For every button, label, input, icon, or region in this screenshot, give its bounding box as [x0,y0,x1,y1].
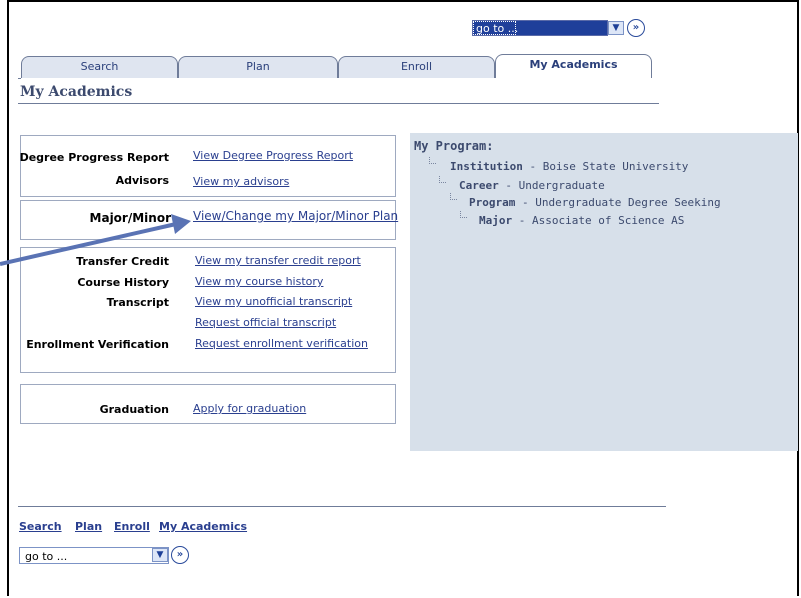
link-unofficial-transcript[interactable]: View my unofficial transcript [195,295,352,308]
tree-value: Boise State University [542,160,689,173]
bottom-divider [18,506,666,507]
link-enrollment-verification[interactable]: Request enrollment verification [195,337,368,350]
goto-select-top[interactable]: go to ... [472,20,608,36]
tree-connector [439,176,446,183]
tab-enroll[interactable]: Enroll [338,56,495,78]
link-major-minor[interactable]: View/Change my Major/Minor Plan [193,209,398,223]
label-transfer-credit: Transfer Credit [76,255,169,268]
tree-value: Associate of Science AS [532,214,685,227]
tree-value: Undergraduate Degree Seeking [535,196,721,209]
title-divider [18,103,659,104]
go-button-icon[interactable]: » [627,19,645,37]
tab-baseline [18,78,21,79]
tab-my-academics[interactable]: My Academics [495,54,652,78]
label-graduation: Graduation [99,403,169,416]
go-button-icon[interactable]: » [171,546,189,564]
label-advisors: Advisors [115,174,169,187]
label-transcript: Transcript [106,296,169,309]
bottom-link-search[interactable]: Search [19,520,62,533]
tree-key: Major [479,214,513,227]
chevron-down-icon[interactable]: ▼ [152,548,168,562]
link-degree-progress[interactable]: View Degree Progress Report [193,149,353,162]
link-transfer-credit[interactable]: View my transfer credit report [195,254,361,267]
bottom-link-my-academics[interactable]: My Academics [159,520,247,533]
goto-select-value: go to ... [476,22,519,35]
chevron-down-icon[interactable]: ▼ [608,21,624,35]
label-enrollment-verification: Enrollment Verification [26,338,169,351]
page-title: My Academics [20,84,133,100]
label-degree-progress: Degree Progress Report [19,151,169,164]
link-graduation[interactable]: Apply for graduation [193,402,306,415]
goto-select-bottom[interactable]: go to ... [19,547,169,564]
tree-row-major: Major - Associate of Science AS [479,214,685,227]
tree-key: Program [469,196,516,209]
tree-connector [450,193,457,200]
link-course-history[interactable]: View my course history [195,275,323,288]
link-official-transcript[interactable]: Request official transcript [195,316,336,329]
label-course-history: Course History [77,276,169,289]
tab-plan[interactable]: Plan [178,56,338,78]
tree-value: Undergraduate [518,179,605,192]
tree-row-institution: Institution - Boise State University [450,160,689,173]
tree-connector [460,211,467,218]
my-program-title: My Program: [414,139,494,153]
link-advisors[interactable]: View my advisors [193,175,289,188]
tree-key: Institution [450,160,523,173]
bottom-link-plan[interactable]: Plan [75,520,102,533]
tree-row-career: Career - Undergraduate [459,179,605,192]
goto-select-value: go to ... [25,550,68,563]
tab-search[interactable]: Search [21,56,178,78]
bottom-link-enroll[interactable]: Enroll [114,520,150,533]
label-major-minor: Major/Minor [89,211,171,225]
tree-connector [429,157,436,164]
tree-row-program: Program - Undergraduate Degree Seeking [469,196,721,209]
tree-key: Career [459,179,499,192]
